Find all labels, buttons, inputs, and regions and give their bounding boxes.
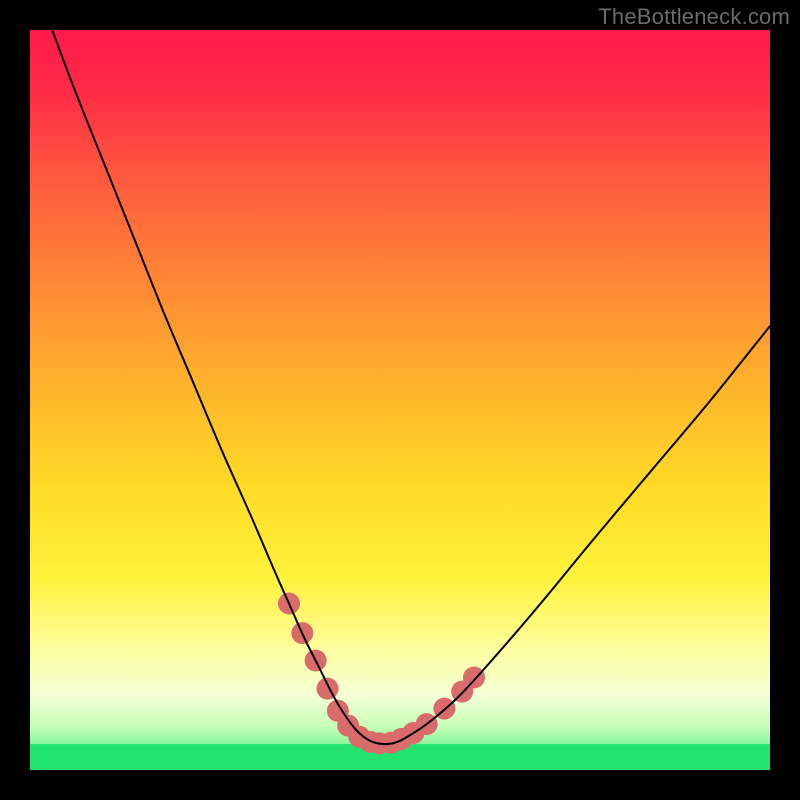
curve-marker	[463, 667, 485, 689]
curve-marker	[316, 678, 338, 700]
watermark-text: TheBottleneck.com	[598, 4, 790, 30]
gradient-backdrop	[30, 30, 770, 770]
chart-stage: TheBottleneck.com	[0, 0, 800, 800]
plot-area	[30, 30, 770, 770]
plot-svg	[30, 30, 770, 770]
